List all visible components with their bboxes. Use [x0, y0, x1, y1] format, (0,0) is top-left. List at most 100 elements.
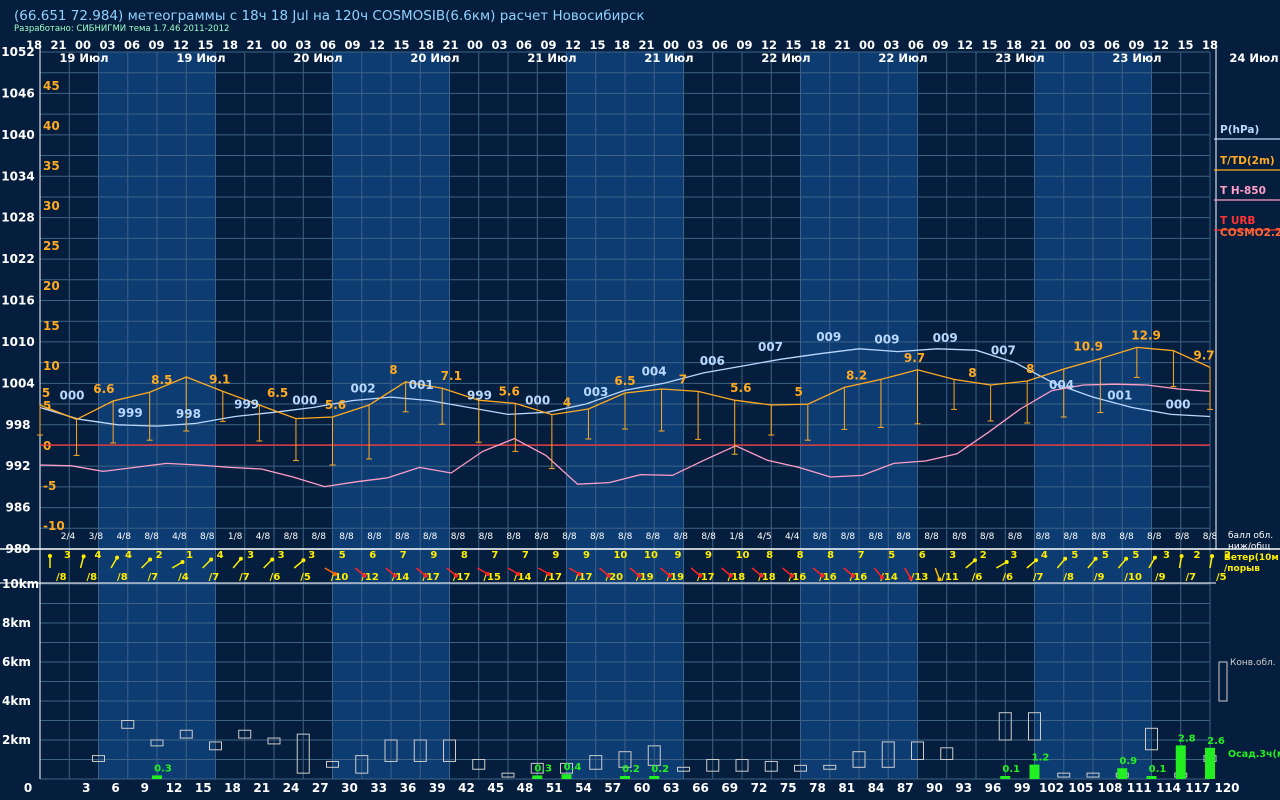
cloud-cover-caption: балл обл.: [1228, 531, 1273, 541]
wind-gust-label: /8: [56, 572, 67, 583]
hour-label: 03: [1079, 38, 1095, 52]
hour-label: 06: [908, 38, 924, 52]
precip-value: 0.1: [1149, 764, 1167, 775]
wind-speed-label: 8: [461, 550, 468, 561]
wind-arrow-head: [209, 557, 214, 562]
pressure-tick-label: 992: [5, 459, 30, 473]
cloud-cover-label: 8/8: [423, 532, 438, 542]
wind-arrow-head: [820, 573, 825, 578]
pressure-label: 001: [409, 378, 434, 392]
cloud-cover-label: 4/8: [116, 532, 131, 542]
temperature-tick-label: 20: [43, 279, 60, 293]
wind-speed-label: 5: [888, 550, 895, 561]
pressure-label: 000: [525, 393, 550, 407]
wind-gust-label: /6: [1002, 572, 1013, 583]
wind-arrow-head: [1004, 560, 1009, 564]
wind-gust-label: /7: [1033, 572, 1044, 583]
cloud-cover-label: 8/8: [1063, 532, 1078, 542]
temperature-tick-label: -10: [43, 519, 65, 533]
forecast-hour-label: 105: [1068, 781, 1093, 795]
hour-label: 21: [1030, 38, 1046, 52]
pressure-tick-label: 1004: [1, 376, 34, 390]
forecast-hour-label: 21: [253, 781, 270, 795]
hour-label: 21: [834, 38, 850, 52]
wind-caption: /порыв: [1224, 564, 1260, 574]
temperature-label: 6.5: [614, 374, 635, 388]
cloud-cover-label: 8/8: [534, 532, 549, 542]
forecast-hour-label: 93: [955, 781, 972, 795]
pressure-tick-label: 1034: [1, 169, 34, 183]
wind-arrow-head: [115, 555, 120, 560]
temperature-label: 8.2: [846, 368, 867, 382]
wind-arrow-head: [1034, 558, 1039, 563]
wind-arrow-head: [81, 554, 86, 559]
temperature-tick-label: 0: [43, 439, 51, 453]
hour-label: 12: [957, 38, 973, 52]
forecast-hour-label: 33: [370, 781, 387, 795]
wind-arrow-head: [606, 573, 611, 578]
forecast-hour-label: 45: [487, 781, 504, 795]
pressure-label: 006: [700, 354, 725, 368]
temperature-label: 5: [42, 386, 50, 400]
hour-label: 21: [50, 38, 66, 52]
cloud-cover-label: 8/8: [841, 532, 856, 542]
wind-arrow-head: [667, 573, 672, 578]
wind-arrow-head: [789, 573, 794, 578]
forecast-hour-label: 63: [663, 781, 680, 795]
wind-speed-label: 3: [308, 550, 315, 561]
precip-bar: [1175, 745, 1186, 779]
temperature-label: 6.5: [267, 386, 288, 400]
forecast-hour-label: 114: [1156, 781, 1181, 795]
temperature-label: 8: [968, 366, 976, 380]
pressure-label: 007: [758, 340, 783, 354]
forecast-hour-label: 15: [195, 781, 212, 795]
pressure-label: 000: [292, 393, 317, 407]
wind-gust-label: /7: [209, 572, 220, 583]
precip-value: 0.3: [154, 763, 172, 774]
pressure-label: 004: [642, 364, 667, 378]
forecast-hour-label: 48: [517, 781, 534, 795]
cloud-cover-label: 4/4: [785, 532, 800, 542]
pressure-label: 001: [1107, 388, 1132, 402]
cloud-cover-label: 8/8: [896, 532, 911, 542]
wind-arrow-head: [180, 560, 185, 564]
temperature-label: 8.5: [151, 373, 172, 387]
pressure-label: 002: [351, 382, 376, 396]
page-title: (66.651 72.984) метеограммы с 18ч 18 Jul…: [14, 8, 645, 24]
wind-speed-label: 2: [980, 550, 987, 561]
wind-gust-label: /5: [300, 572, 311, 583]
forecast-hour-label: 66: [692, 781, 709, 795]
precip-bar: [649, 776, 660, 779]
hour-label: 00: [467, 38, 483, 52]
wind-speed-label: 3: [1010, 550, 1017, 561]
wind-arrow-head: [850, 573, 855, 578]
hour-label: 03: [295, 38, 311, 52]
pressure-label: 007: [991, 344, 1016, 358]
hour-label: 21: [442, 38, 458, 52]
temperature-tick-label: 15: [43, 319, 60, 333]
hour-label: 06: [124, 38, 140, 52]
cloud-cover-label: 8/8: [339, 532, 354, 542]
cloud-cover-label: 8/8: [1036, 532, 1051, 542]
hour-label: 12: [565, 38, 581, 52]
hour-label: 12: [1153, 38, 1169, 52]
pressure-label: 003: [583, 385, 608, 399]
pressure-label: 999: [467, 388, 492, 402]
day-label: 19 Июл: [59, 51, 108, 65]
hour-label: 12: [173, 38, 189, 52]
temperature-tick-label: 35: [43, 159, 60, 173]
hour-label: 09: [932, 38, 948, 52]
precip-value: 0.2: [651, 764, 669, 775]
pressure-label: 000: [59, 388, 84, 402]
wind-arrow-head: [1124, 556, 1129, 561]
wind-speed-label: 1: [186, 550, 193, 561]
wind-speed-label: 10: [644, 550, 658, 561]
precip-bar: [1117, 768, 1128, 779]
forecast-hour-label: 9: [141, 781, 149, 795]
pressure-tick-label: 1016: [1, 294, 34, 308]
forecast-hour-label: 60: [634, 781, 651, 795]
pressure-tick-label: 1028: [1, 211, 34, 225]
forecast-hour-label: 84: [868, 781, 885, 795]
wind-gust-label: /8: [1063, 572, 1074, 583]
pressure-label: 004: [1049, 378, 1074, 392]
